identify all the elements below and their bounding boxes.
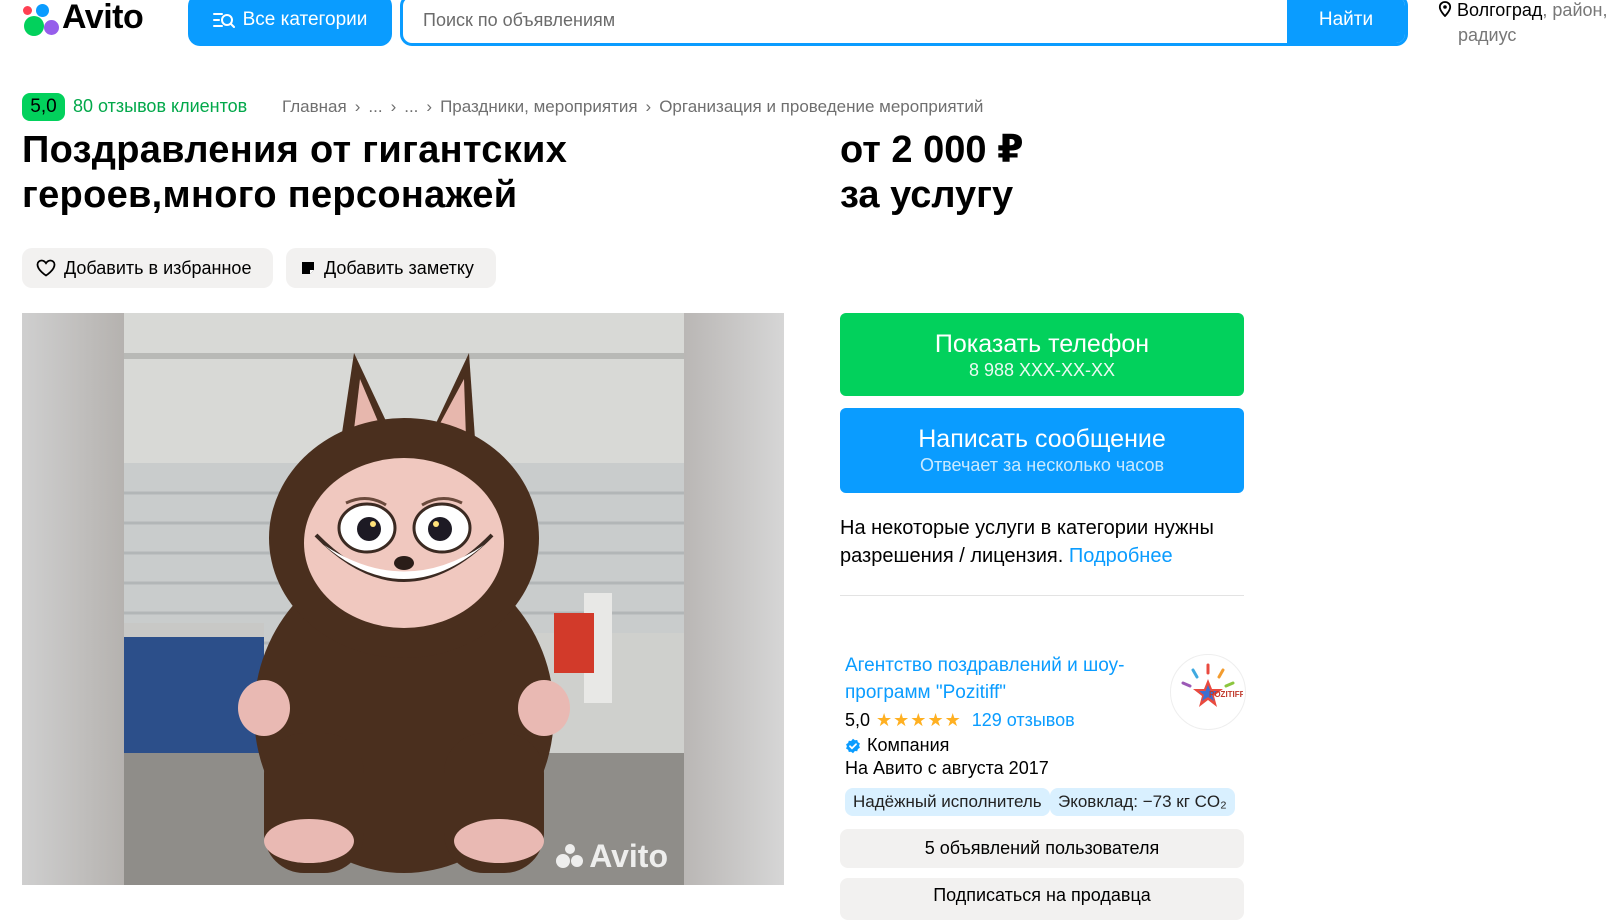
- add-to-favorites-button[interactable]: Добавить в избранное: [22, 248, 274, 288]
- photo-gallery[interactable]: Avito: [22, 313, 784, 885]
- catalog-icon: [212, 13, 235, 28]
- search-button[interactable]: Найти: [1287, 0, 1405, 43]
- seller-reviews-link[interactable]: 129 отзывов: [972, 710, 1075, 731]
- star-rating-icon: ★★★★★: [876, 710, 962, 730]
- avito-logo[interactable]: Avito: [22, 0, 144, 40]
- location-city: Волгоград: [1457, 0, 1543, 20]
- seller-since: На Авито с августа 2017: [845, 758, 1049, 778]
- breadcrumb-separator: ›: [354, 97, 361, 116]
- breadcrumb-separator: ›: [426, 97, 433, 116]
- pozitiff-logo-icon: POZITIFF: [1175, 659, 1243, 725]
- seller-rating: 5,0 ★★★★★ 129 отзывов: [845, 710, 1075, 731]
- breadcrumb-holidays[interactable]: Праздники, мероприятия: [440, 97, 637, 117]
- divider: [840, 595, 1244, 596]
- search-bar: Найти: [400, 0, 1408, 46]
- logo-dots-icon: [22, 2, 60, 38]
- eco-contribution-badge[interactable]: Эковклад: −73 кг CO₂: [1050, 788, 1235, 816]
- price-amount: от 2 000 ₽: [840, 129, 1024, 171]
- listing-title: Поздравления от гигантских героев,много …: [22, 128, 702, 218]
- note-icon: [302, 262, 314, 274]
- seller-type-label: Компания: [867, 735, 950, 755]
- breadcrumb: Главная › ... › ... › Праздники, меропри…: [282, 97, 983, 117]
- seller-name-link[interactable]: Агентство поздравлений и шоу-программ "P…: [845, 652, 1155, 706]
- logo-text: Avito: [62, 0, 144, 36]
- seller-type: Компания: [845, 735, 949, 756]
- all-categories-button[interactable]: Все категории: [188, 0, 392, 46]
- reliable-performer-badge[interactable]: Надёжный исполнитель: [845, 788, 1050, 816]
- rating-badge: 5,0: [22, 93, 65, 121]
- location-pin-icon: [1438, 0, 1457, 20]
- customer-reviews-link[interactable]: 80 отзывов клиентов: [73, 96, 247, 117]
- add-note-label: Добавить заметку: [324, 257, 474, 278]
- price-unit: за услугу: [840, 174, 1014, 216]
- avito-watermark-icon: [556, 843, 584, 868]
- heart-icon: [36, 259, 56, 277]
- show-phone-label: Показать телефон: [934, 330, 1150, 358]
- verified-icon: [846, 738, 860, 753]
- listing-title-line2: героев,много персонажей: [22, 174, 518, 216]
- location-selector[interactable]: Волгоград, район, радиус: [1438, 0, 1624, 48]
- mascot-costume-image: [124, 313, 684, 885]
- location-radius: радиус: [1458, 25, 1517, 45]
- add-to-favorites-label: Добавить в избранное: [64, 257, 252, 278]
- location-rest: , район,: [1542, 0, 1608, 20]
- show-phone-button[interactable]: Показать телефон 8 988 XXX-XX-XX: [840, 313, 1244, 396]
- license-notice: На некоторые услуги в категории нужны ра…: [840, 514, 1244, 570]
- listing-photo[interactable]: Avito: [124, 313, 684, 885]
- seller-rating-score: 5,0: [845, 710, 871, 730]
- breadcrumb-event-organization[interactable]: Организация и проведение мероприятий: [659, 97, 983, 117]
- phone-number-masked: 8 988 XXX-XX-XX: [968, 360, 1116, 380]
- gallery-blur-right: [682, 313, 784, 885]
- listing-price: от 2 000 ₽ за услугу: [840, 128, 1024, 218]
- photo-watermark-text: Avito: [589, 838, 668, 874]
- all-categories-label: Все категории: [242, 9, 368, 30]
- license-more-link[interactable]: Подробнее: [1069, 545, 1173, 567]
- photo-watermark: Avito: [555, 838, 668, 875]
- search-input[interactable]: [403, 0, 1287, 43]
- write-message-button[interactable]: Написать сообщение Отвечает за несколько…: [840, 408, 1244, 493]
- user-listings-button[interactable]: 5 объявлений пользователя: [840, 829, 1244, 868]
- gallery-blur-left: [22, 313, 124, 885]
- avatar-brand-text: POZITIFF: [1209, 690, 1243, 699]
- breadcrumb-collapsed-2[interactable]: ...: [404, 97, 418, 117]
- breadcrumb-separator: ›: [645, 97, 652, 116]
- add-note-button[interactable]: Добавить заметку: [286, 248, 496, 288]
- seller-avatar[interactable]: POZITIFF: [1170, 654, 1246, 730]
- listing-title-line1: Поздравления от гигантских: [22, 129, 568, 171]
- response-time-text: Отвечает за несколько часов: [919, 455, 1165, 475]
- subscribe-seller-button[interactable]: Подписаться на продавца: [840, 878, 1244, 920]
- breadcrumb-separator: ›: [390, 97, 397, 116]
- write-message-label: Написать сообщение: [918, 425, 1166, 453]
- breadcrumb-home[interactable]: Главная: [282, 97, 347, 117]
- breadcrumb-collapsed-1[interactable]: ...: [368, 97, 382, 117]
